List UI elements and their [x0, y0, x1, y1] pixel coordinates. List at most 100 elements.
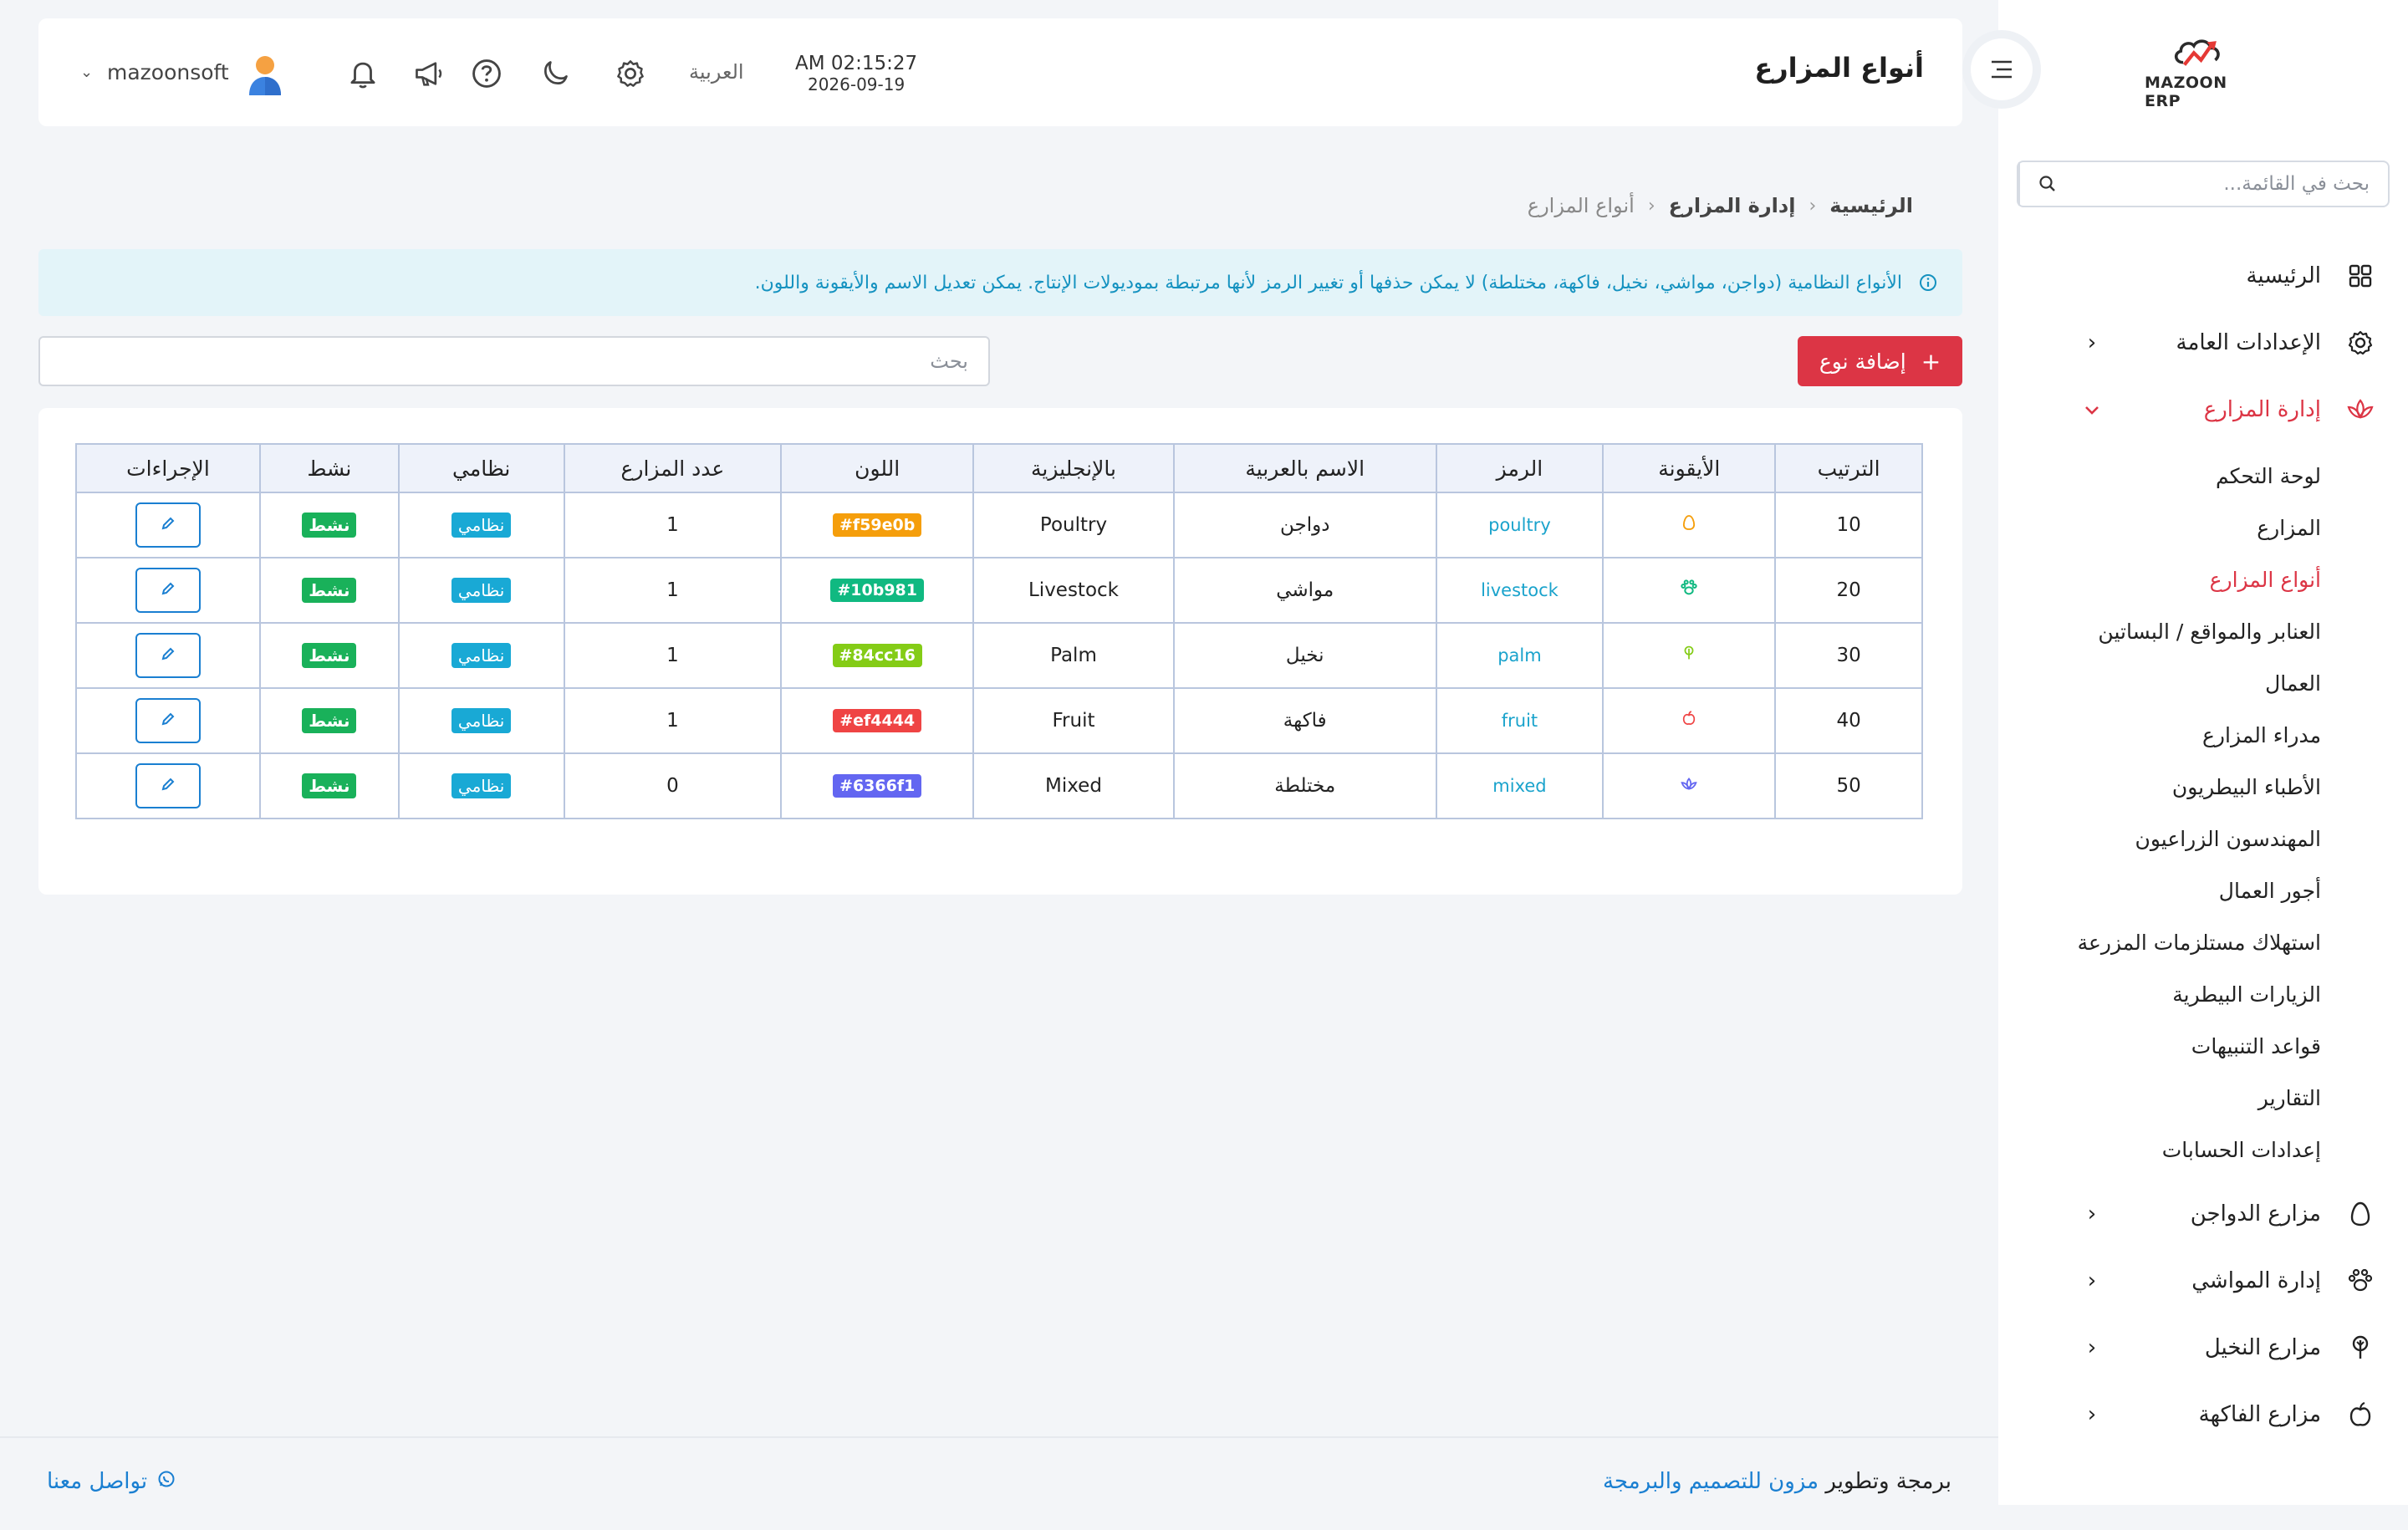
username[interactable]: mazoonsoft — [107, 60, 229, 84]
breadcrumb-home[interactable]: الرئيسية — [1829, 194, 1913, 217]
paw-icon — [1680, 579, 1698, 601]
moon-icon[interactable] — [537, 55, 574, 92]
column-header[interactable]: بالإنجليزية — [972, 443, 1175, 493]
edit-button[interactable] — [135, 568, 201, 613]
avatar[interactable] — [246, 54, 284, 95]
cell-active: نشط — [258, 687, 400, 754]
table-row: 40 fruit فاكهة Fruit #ef4444 1 نظامي نشط — [75, 687, 1923, 754]
sidebar-item-farm-management[interactable]: إدارة المزارع — [1998, 376, 2408, 443]
table-row: 50 mixed مختلطة Mixed #6366f1 0 نظامي نش… — [75, 752, 1923, 819]
submenu-item-dashboard[interactable]: لوحة التحكم — [1998, 450, 2408, 502]
help-icon[interactable] — [468, 55, 505, 92]
breadcrumb-section[interactable]: إدارة المزارع — [1669, 194, 1796, 217]
pencil-icon — [161, 645, 176, 666]
submenu-item-agronomists[interactable]: المهندسون الزراعيون — [1998, 813, 2408, 864]
column-header[interactable]: الاسم بالعربية — [1172, 443, 1437, 493]
cell-order: 20 — [1774, 557, 1923, 624]
column-header[interactable]: الأيقونة — [1602, 443, 1777, 493]
cell-system: نظامي — [397, 622, 565, 689]
submenu-item-farms[interactable]: المزارع — [1998, 502, 2408, 553]
sidebar-item-palm-farms[interactable]: مزارع النخيل ‹ — [1998, 1314, 2408, 1381]
submenu-item-supplies-consumption[interactable]: استهلاك مستلزمات المزرعة — [1998, 916, 2408, 968]
cell-actions — [75, 622, 261, 689]
submenu-item-farm-types[interactable]: أنواع المزارع — [1998, 553, 2408, 605]
sidebar-item-home[interactable]: الرئيسية — [1998, 242, 2408, 309]
color-badge: #10b981 — [830, 579, 924, 602]
submenu-item-veterinarians[interactable]: الأطباء البيطريون — [1998, 761, 2408, 813]
sidebar-item-general-settings[interactable]: الإعدادات العامة ‹ — [1998, 309, 2408, 376]
pencil-icon — [161, 514, 176, 536]
column-header[interactable]: الترتيب — [1774, 443, 1923, 493]
cell-code: palm — [1435, 622, 1604, 689]
search-icon[interactable] — [2018, 162, 2075, 206]
palm-icon — [2346, 1334, 2375, 1362]
column-header[interactable]: اللون — [780, 443, 975, 493]
code-link[interactable]: mixed — [1492, 776, 1546, 796]
submenu-item-worker-wages[interactable]: أجور العمال — [1998, 864, 2408, 916]
grid-icon — [2346, 262, 2375, 290]
footer-brand-link[interactable]: مزون للتصميم والبرمجة — [1603, 1469, 1819, 1494]
sidebar-item-livestock[interactable]: إدارة المواشي ‹ — [1998, 1247, 2408, 1314]
code-link[interactable]: livestock — [1481, 580, 1559, 600]
edit-button[interactable] — [135, 763, 201, 808]
cell-farms: 1 — [563, 557, 783, 624]
submenu-item-workers[interactable]: العمال — [1998, 657, 2408, 709]
cell-name-en: Palm — [972, 622, 1175, 689]
clock-time: AM 02:15:27 — [795, 53, 918, 74]
megaphone-icon[interactable] — [411, 55, 447, 92]
cell-active: نشط — [258, 752, 400, 819]
status-badge: نشط — [302, 708, 357, 733]
cell-active: نشط — [258, 557, 400, 624]
submenu-item-reports[interactable]: التقارير — [1998, 1072, 2408, 1124]
add-type-label: إضافة نوع — [1819, 349, 1906, 374]
submenu-item-account-settings[interactable]: إعدادات الحسابات — [1998, 1124, 2408, 1176]
code-link[interactable]: fruit — [1502, 711, 1538, 731]
footer-credit: برمجة وتطوير مزون للتصميم والبرمجة — [1603, 1469, 1951, 1494]
cell-order: 30 — [1774, 622, 1923, 689]
code-link[interactable]: palm — [1497, 645, 1542, 666]
logo-mark-icon — [2175, 39, 2220, 66]
farm-types-table: الترتيب الأيقونة الرمز الاسم بالعربية با… — [75, 443, 1923, 819]
apple-icon — [2346, 1400, 2375, 1429]
breadcrumb-current: أنواع المزارع — [1527, 194, 1635, 217]
sidebar-search-input[interactable] — [2075, 162, 2388, 206]
submenu-item-barns-sites[interactable]: العنابر والمواقع / البساتين — [1998, 605, 2408, 657]
cell-name-en: Mixed — [972, 752, 1175, 819]
cell-icon — [1602, 622, 1777, 689]
column-header[interactable]: عدد المزارع — [563, 443, 783, 493]
table-row: 20 livestock مواشي Livestock #10b981 1 ن… — [75, 557, 1923, 624]
cell-icon — [1602, 557, 1777, 624]
chevron-left-icon: ‹ — [1809, 195, 1817, 217]
logo-text: MAZOON ERP — [2145, 74, 2227, 110]
search-input[interactable] — [40, 338, 988, 385]
sidebar-item-poultry-farms[interactable]: مزارع الدواجن ‹ — [1998, 1181, 2408, 1247]
edit-button[interactable] — [135, 633, 201, 678]
bell-icon[interactable] — [344, 55, 381, 92]
column-header[interactable]: نظامي — [397, 443, 565, 493]
edit-button[interactable] — [135, 502, 201, 548]
cell-actions — [75, 492, 261, 558]
column-header[interactable]: نشط — [258, 443, 400, 493]
code-link[interactable]: poultry — [1488, 515, 1551, 535]
palm-icon — [1682, 645, 1696, 666]
status-badge: نشط — [302, 578, 357, 603]
chevron-down-icon[interactable]: ⌄ — [80, 64, 93, 81]
cell-icon — [1602, 752, 1777, 819]
sidebar-item-fruit-farms[interactable]: مزارع الفاكهة ‹ — [1998, 1381, 2408, 1448]
top-header: أنواع المزارع AM 02:15:27 2026-09-19 الع… — [38, 18, 1962, 126]
gear-icon[interactable] — [612, 55, 649, 92]
cell-color: #ef4444 — [780, 687, 975, 754]
cell-system: نظامي — [397, 492, 565, 558]
submenu-item-vet-visits[interactable]: الزيارات البيطرية — [1998, 968, 2408, 1020]
lotus-icon — [2346, 395, 2375, 424]
language-switch[interactable]: العربية — [689, 60, 744, 84]
submenu-item-alert-rules[interactable]: قواعد التنبيهات — [1998, 1020, 2408, 1072]
submenu-item-farm-managers[interactable]: مدراء المزارع — [1998, 709, 2408, 761]
add-type-button[interactable]: + إضافة نوع — [1798, 336, 1962, 386]
table-row: 30 palm نخيل Palm #84cc16 1 نظامي نشط — [75, 622, 1923, 689]
logo[interactable]: MAZOON ERP — [2145, 35, 2255, 110]
edit-button[interactable] — [135, 698, 201, 743]
column-header[interactable]: الرمز — [1435, 443, 1604, 493]
contact-link[interactable]: تواصل معنا — [47, 1469, 176, 1494]
sidebar-toggle[interactable] — [1962, 30, 2041, 109]
